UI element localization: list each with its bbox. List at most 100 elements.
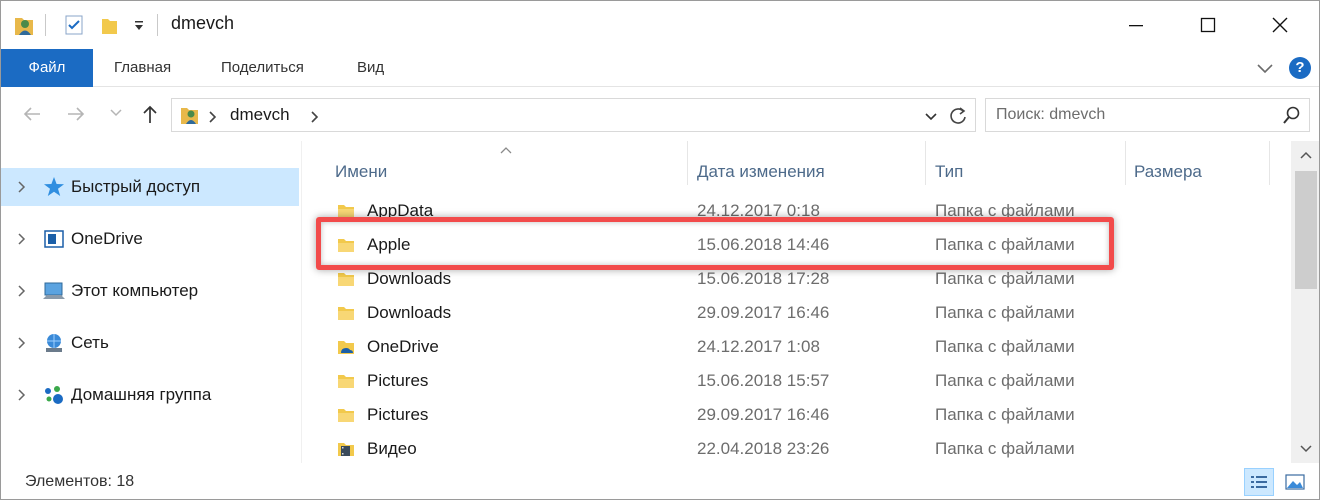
nav-label: Сеть bbox=[71, 333, 109, 352]
large-icons-view-button[interactable] bbox=[1280, 468, 1310, 496]
address-bar[interactable]: dmevch bbox=[171, 98, 976, 132]
file-name: OneDrive bbox=[367, 337, 439, 356]
up-arrow-icon bbox=[143, 105, 157, 123]
properties-icon[interactable] bbox=[63, 13, 85, 42]
qa-separator bbox=[45, 14, 46, 36]
homegroup-icon bbox=[39, 384, 69, 406]
title-bar: dmevch bbox=[1, 1, 1319, 49]
breadcrumb-chevron-icon[interactable] bbox=[310, 109, 320, 129]
file-name: Видео bbox=[367, 439, 417, 458]
ribbon-expand-chevron-icon[interactable] bbox=[1255, 58, 1275, 83]
search-box[interactable]: Поиск: dmevch bbox=[985, 98, 1310, 132]
column-header-size[interactable]: Размера bbox=[1134, 151, 1202, 193]
column-header-type[interactable]: Тип bbox=[935, 151, 963, 193]
file-type: Папка с файлами bbox=[935, 439, 1075, 458]
file-type: Папка с файлами bbox=[935, 303, 1075, 322]
folder-icon bbox=[337, 407, 355, 428]
window-title: dmevch bbox=[171, 13, 235, 33]
nav-item-this-pc[interactable]: Этот компьютер bbox=[1, 272, 299, 310]
forward-arrow-icon bbox=[68, 107, 85, 121]
recent-locations-button[interactable] bbox=[109, 106, 123, 120]
file-type: Папка с файлами bbox=[935, 337, 1075, 356]
tab-share[interactable]: Поделиться bbox=[221, 49, 304, 87]
column-header-date[interactable]: Дата изменения bbox=[697, 151, 825, 193]
item-count: Элементов: 18 bbox=[25, 473, 135, 490]
table-row[interactable]: Pictures 29.09.2017 16:46 Папка с файлам… bbox=[303, 398, 1291, 432]
forward-button[interactable] bbox=[65, 103, 87, 125]
minimize-icon bbox=[1129, 25, 1143, 27]
minimize-button[interactable] bbox=[1101, 1, 1171, 49]
file-name: Downloads bbox=[367, 303, 452, 322]
breadcrumb-chevron-icon[interactable] bbox=[208, 109, 218, 129]
pane-divider[interactable] bbox=[301, 141, 302, 463]
table-row[interactable]: Pictures 15.06.2018 15:57 Папка с файлам… bbox=[303, 364, 1291, 398]
onedrive-folder-icon bbox=[337, 339, 355, 360]
file-date: 29.09.2017 16:46 bbox=[697, 303, 830, 322]
column-separator[interactable] bbox=[925, 141, 926, 185]
scroll-thumb[interactable] bbox=[1295, 171, 1317, 289]
search-icon[interactable] bbox=[1282, 105, 1302, 130]
folder-icon bbox=[337, 305, 355, 326]
nav-item-network[interactable]: Сеть bbox=[1, 324, 299, 362]
table-row[interactable]: OneDrive 24.12.2017 1:08 Папка с файлами bbox=[303, 330, 1291, 364]
help-icon[interactable]: ? bbox=[1289, 57, 1311, 79]
details-view-button[interactable] bbox=[1244, 468, 1274, 496]
tab-home[interactable]: Главная bbox=[114, 49, 171, 87]
chevron-down-icon bbox=[110, 109, 122, 117]
column-header-name[interactable]: Имени bbox=[335, 151, 387, 193]
expand-chevron-icon[interactable] bbox=[17, 180, 39, 194]
expand-chevron-icon[interactable] bbox=[17, 388, 39, 402]
ribbon-tabs: Файл Главная Поделиться Вид ? bbox=[1, 49, 1319, 87]
explorer-window: dmevch Файл Главная Поделиться Вид ? dme… bbox=[0, 0, 1320, 500]
refresh-icon[interactable] bbox=[948, 106, 968, 131]
new-folder-icon[interactable] bbox=[99, 13, 119, 42]
video-folder-icon bbox=[337, 441, 355, 462]
onedrive-icon bbox=[39, 229, 69, 249]
nav-label: Домашняя группа bbox=[71, 385, 212, 404]
title-separator bbox=[157, 14, 158, 36]
folder-icon bbox=[337, 373, 355, 394]
file-name: Pictures bbox=[367, 371, 429, 390]
file-name: Pictures bbox=[367, 405, 429, 424]
nav-item-onedrive[interactable]: OneDrive bbox=[1, 220, 299, 258]
search-placeholder: Поиск: dmevch bbox=[996, 106, 1106, 123]
user-folder-icon[interactable] bbox=[13, 13, 35, 42]
column-separator[interactable] bbox=[687, 141, 688, 185]
address-history-chevron-icon[interactable] bbox=[924, 109, 938, 129]
table-row[interactable]: Downloads 29.09.2017 16:46 Папка с файла… bbox=[303, 296, 1291, 330]
nav-item-homegroup[interactable]: Домашняя группа bbox=[1, 376, 299, 414]
scroll-up-icon bbox=[1300, 151, 1312, 159]
back-button[interactable] bbox=[21, 103, 43, 125]
nav-item-quick-access[interactable]: Быстрый доступ bbox=[1, 168, 299, 206]
file-list: Имени Дата изменения Тип Размера AppData… bbox=[303, 141, 1291, 463]
table-row[interactable]: Видео 22.04.2018 23:26 Папка с файлами bbox=[303, 432, 1291, 463]
folder-icon bbox=[337, 271, 355, 292]
expand-chevron-icon[interactable] bbox=[17, 232, 39, 246]
scroll-up-button[interactable] bbox=[1291, 141, 1319, 171]
details-view-icon bbox=[1251, 476, 1267, 488]
nav-label: OneDrive bbox=[71, 229, 143, 248]
maximize-icon bbox=[1200, 17, 1216, 33]
scroll-down-button[interactable] bbox=[1291, 433, 1319, 463]
expand-chevron-icon[interactable] bbox=[17, 284, 39, 298]
vertical-scrollbar[interactable] bbox=[1291, 141, 1319, 463]
close-button[interactable] bbox=[1245, 1, 1315, 49]
back-arrow-icon bbox=[23, 107, 40, 121]
sort-ascending-icon bbox=[499, 141, 513, 161]
maximize-button[interactable] bbox=[1173, 1, 1243, 49]
network-icon bbox=[39, 332, 69, 354]
tab-view[interactable]: Вид bbox=[357, 49, 384, 87]
computer-icon bbox=[39, 281, 69, 301]
expand-chevron-icon[interactable] bbox=[17, 336, 39, 350]
close-icon bbox=[1272, 17, 1288, 33]
up-button[interactable] bbox=[139, 103, 161, 125]
file-date: 22.04.2018 23:26 bbox=[697, 439, 830, 458]
nav-label: Быстрый доступ bbox=[71, 177, 201, 196]
file-type: Папка с файлами bbox=[935, 405, 1075, 424]
large-icons-view-icon bbox=[1285, 474, 1305, 490]
tab-file[interactable]: Файл bbox=[1, 49, 93, 87]
column-separator[interactable] bbox=[1269, 141, 1270, 185]
customize-toolbar-icon[interactable] bbox=[133, 17, 145, 37]
breadcrumb-segment[interactable]: dmevch bbox=[230, 105, 290, 125]
column-separator[interactable] bbox=[1125, 141, 1126, 185]
